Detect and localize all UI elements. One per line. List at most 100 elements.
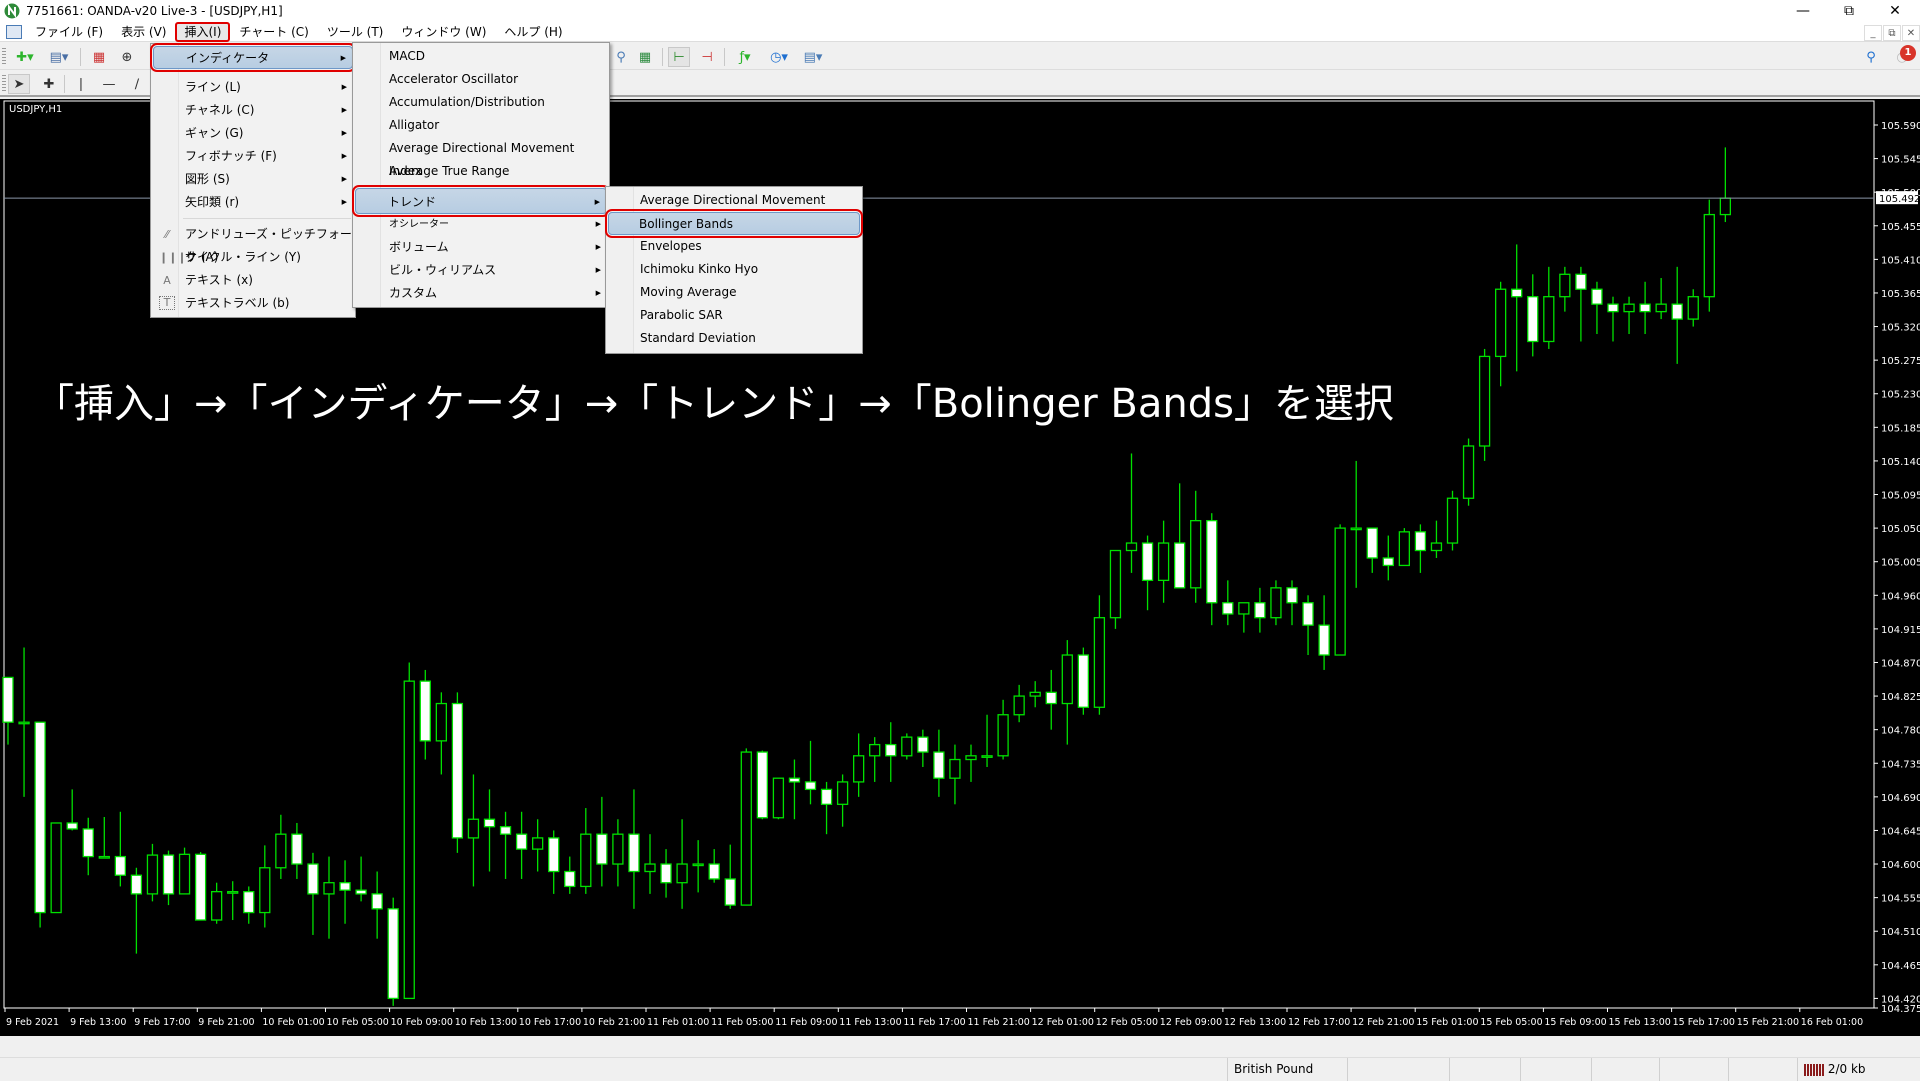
menu-file[interactable]: ファイル (F)	[26, 22, 112, 42]
restore-button[interactable]: ⧉	[1826, 0, 1872, 22]
new-chart-button[interactable]: ✚▾	[10, 47, 40, 67]
mdi-restore-button[interactable]: ⧉	[1883, 25, 1901, 41]
bear-candle	[1511, 288, 1523, 298]
menu-item-accelerator-oscillator[interactable]: Accelerator Oscillator	[355, 68, 607, 91]
navigator-button[interactable]: ⊕	[116, 47, 138, 67]
bull-candle	[98, 855, 110, 859]
menu-item-ichimoku[interactable]: Ichimoku Kinko Hyo	[608, 258, 860, 281]
zoom-out-button[interactable]: ⚲	[610, 47, 632, 67]
x-tick-label: 12 Feb 09:00	[1160, 1017, 1222, 1028]
menu-chart[interactable]: チャート (C)	[230, 22, 317, 42]
menu-item-indicators[interactable]: インディケータ ▶	[150, 43, 356, 72]
bull-candle	[1446, 497, 1459, 544]
bull-candle	[740, 751, 752, 906]
indicators-button[interactable]: ƒ▾	[730, 47, 760, 67]
menu-item-label: フィボナッチ (F)	[185, 149, 277, 163]
notification-badge: 1	[1900, 45, 1916, 61]
menu-item-label: Moving Average	[640, 285, 737, 299]
bull-candle	[467, 818, 480, 839]
minimize-button[interactable]: —	[1780, 0, 1826, 22]
toolbar-separator	[662, 48, 663, 66]
menu-insert[interactable]: 挿入(I)	[175, 21, 231, 42]
x-tick-label: 9 Feb 2021	[6, 1017, 59, 1028]
menu-item-andrews-pitchfork[interactable]: ⁄⁄ アンドリューズ・ピッチフォーク (A)	[153, 223, 353, 264]
chart-window-icon[interactable]	[6, 24, 22, 39]
menu-item-bill-williams[interactable]: ビル・ウィリアムス ▶	[355, 259, 607, 282]
y-tick-label: 104.690	[1881, 793, 1920, 804]
toolbar-grip[interactable]	[2, 75, 6, 93]
menu-item-gann[interactable]: ギャン (G) ▶	[153, 122, 353, 145]
notifications-button[interactable]: ○ 1	[1888, 45, 1916, 67]
menu-item-alligator[interactable]: Alligator	[355, 114, 607, 137]
menu-item-oscillators[interactable]: オシレーター ▶	[355, 213, 607, 236]
status-connection[interactable]: 2/0 kb	[1797, 1058, 1920, 1081]
autoscroll-button[interactable]: ⊣	[696, 47, 718, 67]
menu-item-standard-deviation[interactable]: Standard Deviation	[608, 327, 860, 350]
chart-shift-button[interactable]: ⊢	[668, 47, 690, 67]
trend-submenu: Average Directional Movement Index Bolli…	[605, 186, 863, 354]
menu-item-trend[interactable]: トレンド ▶	[352, 185, 610, 217]
menu-item-text[interactable]: A テキスト (x)	[153, 269, 353, 292]
mdi-minimize-button[interactable]: _	[1864, 25, 1882, 41]
menu-item-bollinger-bands[interactable]: Bollinger Bands	[605, 209, 863, 238]
profiles-button[interactable]: ▤▾	[44, 47, 74, 67]
menu-item-accumulation-distribution[interactable]: Accumulation/Distribution	[355, 91, 607, 114]
mdi-close-button[interactable]: ✕	[1902, 25, 1920, 41]
bear-candle	[1077, 654, 1089, 708]
menu-item-fibonacci[interactable]: フィボナッチ (F) ▶	[153, 145, 353, 168]
menu-item-channels[interactable]: チャネル (C) ▶	[153, 99, 353, 122]
menu-item-volumes[interactable]: ボリューム ▶	[355, 236, 607, 259]
crosshair-button[interactable]: ✚	[38, 74, 60, 94]
menu-item-parabolic-sar[interactable]: Parabolic SAR	[608, 304, 860, 327]
bear-candle	[1575, 273, 1587, 290]
horizontal-line-button[interactable]: —	[98, 74, 120, 94]
menu-item-macd[interactable]: MACD	[355, 45, 607, 68]
menu-item-envelopes[interactable]: Envelopes	[608, 235, 860, 258]
x-tick-label: 15 Feb 17:00	[1673, 1017, 1735, 1028]
x-tick-label: 11 Feb 17:00	[903, 1017, 965, 1028]
cursor-button[interactable]: ➤	[8, 74, 30, 94]
periods-button[interactable]: ◷▾	[764, 47, 794, 67]
menu-item-custom[interactable]: カスタム ▶	[355, 282, 607, 305]
menu-item-average-true-range[interactable]: Average True Range	[355, 160, 607, 183]
y-tick-label: 105.545	[1881, 155, 1920, 166]
close-button[interactable]: ✕	[1872, 0, 1918, 22]
bull-candle	[997, 714, 1009, 757]
bear-candle	[1639, 303, 1651, 313]
menu-item-admi[interactable]: Average Directional Movement Index	[355, 137, 607, 178]
menu-item-shapes[interactable]: 図形 (S) ▶	[153, 168, 353, 191]
status-bar: British Pound 2/0 kb	[0, 1057, 1920, 1081]
menu-view[interactable]: 表示 (V)	[112, 22, 175, 42]
bear-candle	[499, 826, 512, 835]
toolbar-grip[interactable]	[2, 48, 6, 66]
bull-candle	[949, 758, 961, 779]
menu-item-arrows[interactable]: 矢印類 (r) ▶	[153, 191, 353, 214]
bull-candle	[1559, 273, 1571, 298]
market-watch-icon: ▦	[92, 49, 106, 65]
y-tick-label: 104.960	[1881, 591, 1920, 602]
menu-item-moving-average[interactable]: Moving Average	[608, 281, 860, 304]
bear-candle	[34, 721, 46, 914]
bull-candle	[1238, 602, 1250, 615]
bull-candle	[772, 777, 785, 819]
menu-item-text-label[interactable]: T テキストラベル (b)	[153, 292, 353, 315]
bear-candle	[708, 863, 720, 880]
vertical-line-button[interactable]: ❘	[70, 74, 92, 94]
current-price-label: 105.492	[1879, 194, 1920, 205]
menu-item-admi[interactable]: Average Directional Movement Index	[608, 189, 860, 230]
menu-item-lines[interactable]: ライン (L) ▶	[153, 76, 353, 99]
x-tick-label: 9 Feb 13:00	[70, 1017, 126, 1028]
menu-item-label: 図形 (S)	[185, 172, 230, 186]
tile-windows-button[interactable]: ▦	[634, 47, 656, 67]
menu-help[interactable]: ヘルプ (H)	[495, 22, 571, 42]
chart-symbol-label: USDJPY,H1	[9, 104, 63, 115]
menu-tools[interactable]: ツール (T)	[318, 22, 393, 42]
trendline-button[interactable]: ∕	[126, 74, 148, 94]
templates-button[interactable]: ▤▾	[798, 47, 828, 67]
menu-item-cycle-lines[interactable]: ❙❙❙ サイクル・ライン (Y)	[153, 246, 353, 269]
market-watch-button[interactable]: ▦	[88, 47, 110, 67]
menu-window[interactable]: ウィンドウ (W)	[392, 22, 495, 42]
search-icon: ⚲	[1866, 49, 1876, 65]
search-button[interactable]: ⚲	[1860, 47, 1882, 67]
y-tick-label: 105.410	[1881, 255, 1920, 266]
